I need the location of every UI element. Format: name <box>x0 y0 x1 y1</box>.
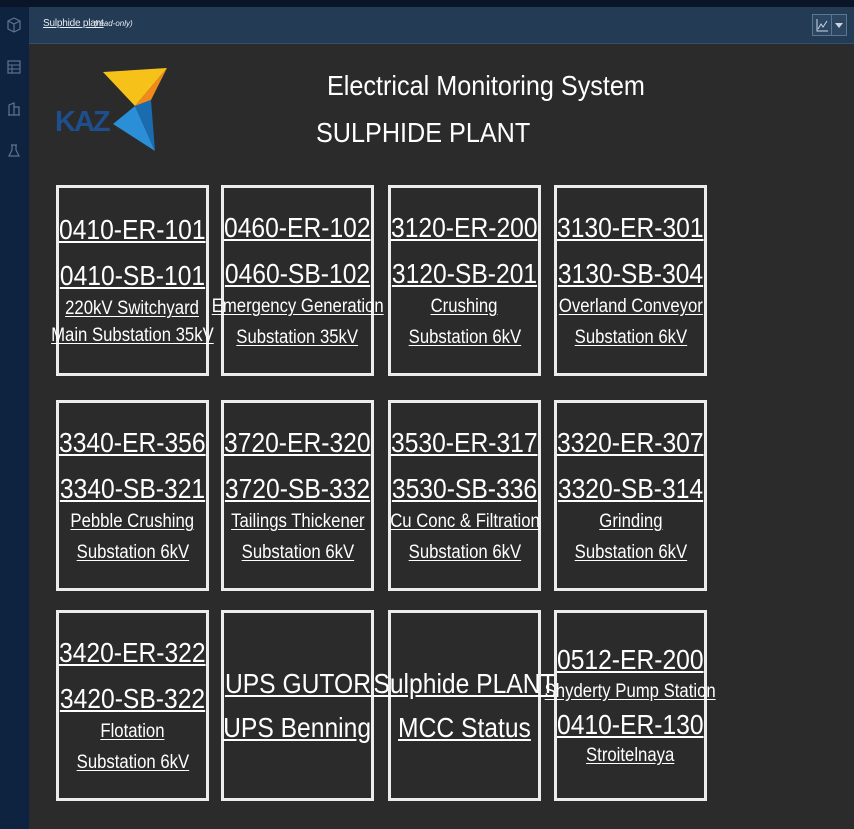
substation-tile[interactable]: 3130-ER-301 3130-SB-304 Overland Conveyor S… <box>554 185 707 376</box>
chart-icon <box>816 19 828 32</box>
read-only-note: (read-only) <box>94 19 133 28</box>
top-strip <box>0 0 854 7</box>
tile-link-label[interactable]: 220kV Switchyard <box>66 298 200 321</box>
substation-tile[interactable]: 3320-ER-307 3320-SB-314 Grinding Substation… <box>554 400 707 591</box>
tile-link-label[interactable]: Flotation <box>100 721 164 744</box>
substation-tile[interactable]: 3340-ER-356 3340-SB-321 Pebble Crushing Sub… <box>56 400 209 591</box>
tile-link-label[interactable]: Main Substation 35kV <box>51 325 214 348</box>
grid-icon[interactable] <box>6 59 22 75</box>
tile-link-label[interactable]: 0460-SB-102 <box>225 257 370 291</box>
tile-link-label[interactable]: Stroitelnaya <box>586 745 674 768</box>
chart-button[interactable] <box>812 14 832 36</box>
tile-link-label[interactable]: Substation 6kV <box>241 542 353 565</box>
tile-link-label[interactable]: UPS GUTOR <box>224 667 370 701</box>
tile-link-label[interactable]: Tailings Thickener <box>231 511 365 534</box>
substation-tile[interactable]: 0460-ER-102 0460-SB-102 Emergency Generati… <box>212 185 383 376</box>
tile-link-label[interactable]: Substation 35kV <box>237 327 359 350</box>
tile-link-label[interactable]: 0410-ER-130 <box>557 708 704 742</box>
substation-tile[interactable]: 0512-ER-200 Shyderty Pump Station 0410-ER-… <box>545 610 716 801</box>
tile-link-label[interactable]: Shyderty Pump Station <box>545 681 716 704</box>
tile-link-label[interactable]: 3530-SB-336 <box>392 472 537 506</box>
tile-link-label[interactable]: Grinding <box>599 511 662 534</box>
cube-icon[interactable] <box>6 17 22 33</box>
tile-link-label[interactable]: UPS Benning <box>224 711 372 745</box>
tile-link-label[interactable]: Cu Conc & Filtration <box>390 511 540 534</box>
tile-link-label[interactable]: 0410-SB-101 <box>60 259 205 293</box>
tile-link-label[interactable]: 3320-SB-314 <box>558 472 703 506</box>
tile-link-label[interactable]: MCC Status <box>398 711 531 745</box>
tile-link-label[interactable]: Substation 6kV <box>76 752 188 775</box>
logo-text: KAZ <box>55 106 111 138</box>
tile-link-label[interactable]: 3720-SB-332 <box>225 472 370 506</box>
tile-link-label[interactable]: Substation 6kV <box>574 542 686 565</box>
substation-tile[interactable]: 0410-ER-101 0410-SB-101 220kV Switchyard Ma… <box>51 185 214 376</box>
tile-link-label[interactable]: 3120-ER-200 <box>391 211 538 245</box>
dropdown-button[interactable] <box>831 14 847 36</box>
tile-link-label[interactable]: 3320-ER-307 <box>557 426 704 460</box>
tile-link-label[interactable]: 3720-ER-320 <box>224 426 371 460</box>
tile-link-label[interactable]: 0512-ER-200 <box>557 643 704 677</box>
tile-link-label[interactable]: Pebble Crushing <box>71 511 195 534</box>
building-icon[interactable] <box>6 101 22 117</box>
left-sidebar <box>0 7 29 829</box>
tile-link-label[interactable]: Substation 6kV <box>574 327 686 350</box>
page-subtitle: SULPHIDE PLANT <box>316 117 531 148</box>
substation-tile[interactable]: Sulphide PLANT MCC Status <box>373 610 556 801</box>
substation-tile[interactable]: 3420-ER-322 3420-SB-322 Flotation Substatio… <box>56 610 209 801</box>
tile-link-label[interactable]: 3120-SB-201 <box>392 257 537 291</box>
tile-link-label[interactable]: 0460-ER-102 <box>224 211 371 245</box>
substation-tile[interactable]: 3720-ER-320 3720-SB-332 Tailings Thickener… <box>221 400 374 591</box>
substation-tile[interactable]: 3530-ER-317 3530-SB-336 Cu Conc & Filtrati… <box>388 400 541 591</box>
tile-link-label[interactable]: Emergency Generation <box>212 296 384 319</box>
tile-link-label[interactable]: 3340-ER-356 <box>59 426 206 460</box>
substation-tile[interactable]: UPS GUTOR UPS Benning <box>221 610 374 801</box>
tile-link-label[interactable]: 0410-ER-101 <box>59 213 206 247</box>
tile-link-label[interactable]: 3420-SB-322 <box>60 682 205 716</box>
tile-link-label[interactable]: Substation 6kV <box>76 542 188 565</box>
page-title: Electrical Monitoring System <box>327 70 645 101</box>
tile-link-label[interactable]: Sulphide PLANT <box>373 667 555 701</box>
tile-link-label[interactable]: Substation 6kV <box>408 542 520 565</box>
chevron-down-icon <box>835 23 843 28</box>
tile-link-label[interactable]: 3340-SB-321 <box>60 472 205 506</box>
tile-link-label[interactable]: Overland Conveyor <box>558 296 702 319</box>
kaz-logo: KAZ <box>55 66 170 154</box>
beaker-icon[interactable] <box>6 143 22 159</box>
tile-link-label[interactable]: 3420-ER-322 <box>59 636 206 670</box>
tile-link-label[interactable]: 3530-ER-317 <box>391 426 538 460</box>
tile-link-label[interactable]: 3130-ER-301 <box>557 211 704 245</box>
substation-tile[interactable]: 3120-ER-200 3120-SB-201 Crushing Substation… <box>388 185 541 376</box>
dashboard-header: Sulphide plant (read-only) <box>29 7 854 44</box>
dashboard-canvas: KAZ Electrical Monitoring System SULPHID… <box>29 44 854 829</box>
tile-link-label[interactable]: 3130-SB-304 <box>558 257 703 291</box>
tile-link-label[interactable]: Substation 6kV <box>408 327 520 350</box>
tile-link-label[interactable]: Crushing <box>431 296 498 319</box>
